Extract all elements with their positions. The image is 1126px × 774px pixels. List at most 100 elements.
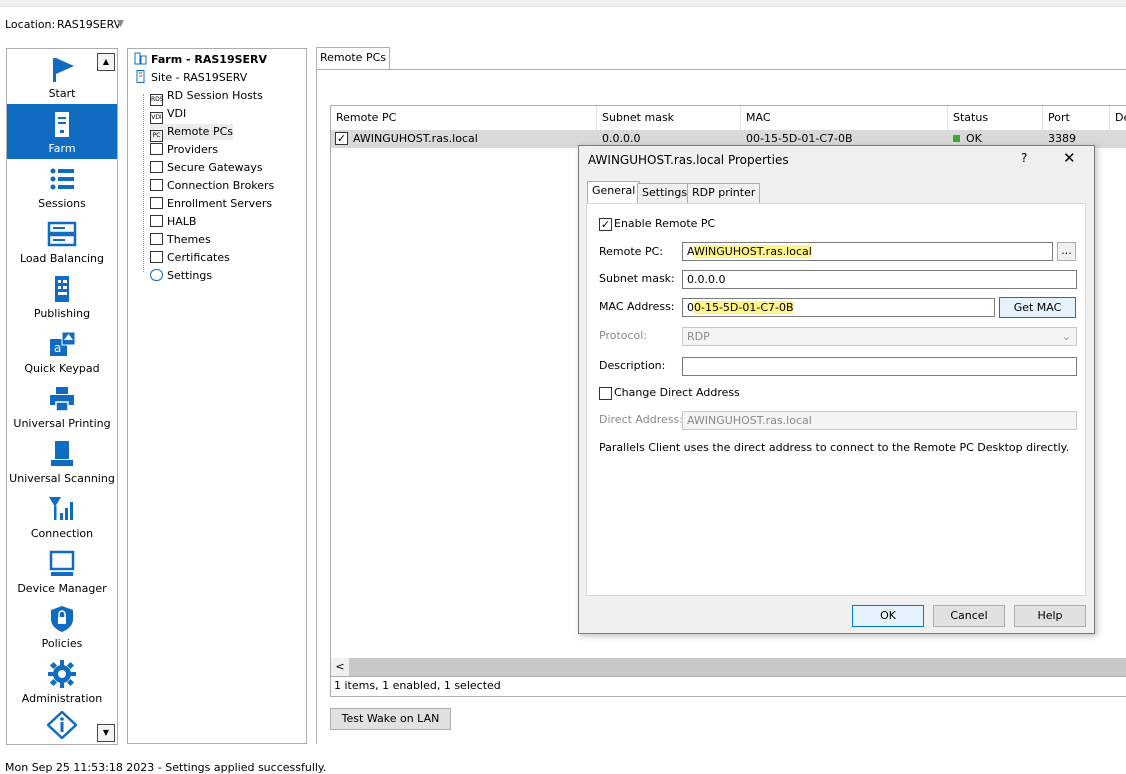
chevron-down-icon: ⌄ (1061, 330, 1071, 343)
dialog-title: AWINGUHOST.ras.local Properties (588, 153, 789, 167)
change-direct-address-checkbox[interactable] (599, 387, 612, 400)
protocol-select[interactable]: RDP ⌄ (682, 327, 1077, 346)
column-port[interactable]: Port (1043, 106, 1110, 130)
remote-pc-label: Remote PC: (599, 245, 663, 258)
pc-icon: PC (150, 130, 163, 142)
tree-item-settings[interactable]: Settings (150, 268, 212, 284)
halb-icon (150, 215, 163, 227)
grid-header: Remote PC Subnet mask MAC Status Port De (331, 106, 1126, 131)
tab-settings[interactable]: Settings (637, 183, 693, 203)
tree-item-certificates[interactable]: Certificates (150, 250, 230, 266)
direct-address-info: Parallels Client uses the direct address… (599, 441, 1070, 454)
location-dropdown[interactable]: RAS19SERV (57, 18, 121, 31)
quick-keypad-icon: a (50, 331, 76, 356)
tree-item-rd-session-hosts[interactable]: RDS RD Session Hosts (150, 88, 263, 106)
tree-item-vdi[interactable]: VDI VDI (150, 106, 186, 124)
nav-item-load-balancing[interactable]: Load Balancing (7, 214, 117, 269)
row-remote-pc: AWINGUHOST.ras.local (353, 132, 478, 145)
tab-rdp-printer[interactable]: RDP printer (687, 183, 761, 203)
title-strip (0, 0, 1126, 7)
column-description[interactable]: De (1110, 106, 1126, 130)
gear-icon (48, 660, 76, 688)
tree-item-site[interactable]: Site - RAS19SERV (134, 70, 247, 86)
nav-item-policies[interactable]: Policies (7, 599, 117, 654)
tab-remote-pcs[interactable]: Remote PCs (316, 47, 390, 69)
tree-item-connection-brokers[interactable]: Connection Brokers (150, 178, 274, 194)
nav-scroll-up-button[interactable]: ▲ (97, 53, 115, 71)
enrollment-icon (150, 197, 163, 209)
enable-remote-pc-label: Enable Remote PC (614, 217, 716, 230)
column-mac[interactable]: MAC (741, 106, 948, 130)
help-icon[interactable]: ? (1021, 151, 1027, 165)
column-status[interactable]: Status (948, 106, 1043, 130)
ok-button[interactable]: OK (852, 605, 924, 627)
enable-remote-pc-checkbox[interactable]: ✓ (599, 218, 612, 231)
tree-connector (143, 94, 145, 272)
test-wake-on-lan-button[interactable]: Test Wake on LAN (330, 708, 451, 730)
nav-item-sessions[interactable]: Sessions (7, 159, 117, 214)
direct-address-label: Direct Address: (599, 413, 683, 426)
printer-icon (50, 387, 74, 412)
tree-item-remote-pcs[interactable]: PC Remote PCs (150, 124, 233, 142)
description-label: Description: (599, 359, 666, 372)
help-button[interactable]: Help (1014, 605, 1086, 627)
chevron-down-icon[interactable]: ▼ (117, 19, 124, 29)
mac-address-input[interactable]: 00-15-5D-01-C7-0B (682, 298, 995, 317)
broker-icon (150, 179, 163, 191)
grid-status-text: 1 items, 1 enabled, 1 selected (330, 677, 1126, 697)
tree-item-providers[interactable]: Providers (150, 142, 218, 158)
farm-icon (134, 52, 147, 65)
gear-icon (150, 269, 163, 281)
nav-item-universal-scanning[interactable]: Universal Scanning (7, 434, 117, 489)
tree-item-themes[interactable]: Themes (150, 232, 211, 248)
remote-pc-input[interactable]: AWINGUHOST.ras.local (682, 242, 1053, 261)
get-mac-button[interactable]: Get MAC (999, 297, 1076, 318)
nav-item-connection[interactable]: Connection (7, 489, 117, 544)
certificate-icon (150, 251, 163, 263)
nav-item-device-manager[interactable]: Device Manager (7, 544, 117, 599)
properties-dialog: AWINGUHOST.ras.local Properties ? ✕ Gene… (578, 145, 1095, 634)
tree-item-farm[interactable]: Farm - RAS19SERV (134, 52, 267, 68)
protocol-label: Protocol: (599, 329, 648, 342)
svg-text:a: a (54, 341, 61, 355)
nav-item-farm[interactable]: Farm (7, 104, 117, 159)
site-icon (136, 70, 145, 83)
farm-tree: Farm - RAS19SERV Site - RAS19SERV RDS RD … (127, 48, 307, 744)
tree-item-secure-gateways[interactable]: Secure Gateways (150, 160, 263, 176)
close-icon[interactable]: ✕ (1063, 149, 1076, 167)
nav-item-universal-printing[interactable]: Universal Printing (7, 379, 117, 434)
row-enabled-checkbox[interactable]: ✓ (335, 132, 348, 145)
description-input[interactable] (682, 357, 1077, 376)
column-remote-pc[interactable]: Remote PC (331, 106, 597, 130)
connection-icon (49, 497, 73, 520)
monitor-icon (49, 550, 75, 576)
nav-item-quick-keypad[interactable]: a Quick Keypad (7, 324, 117, 379)
policy-icon (51, 606, 73, 632)
browse-button[interactable]: ... (1057, 242, 1076, 261)
themes-icon (150, 233, 163, 245)
horizontal-scrollbar[interactable]: < (331, 658, 1126, 676)
mac-address-label: MAC Address: (599, 300, 675, 313)
scroll-left-button[interactable]: < (331, 658, 349, 676)
list-icon (50, 168, 74, 190)
direct-address-input[interactable]: AWINGUHOST.ras.local (682, 411, 1077, 430)
subnet-mask-label: Subnet mask: (599, 272, 675, 285)
tab-general[interactable]: General (587, 181, 641, 204)
vdi-icon: VDI (150, 112, 163, 124)
general-page: ✓ Enable Remote PC Remote PC: AWINGUHOST… (586, 203, 1086, 596)
subnet-mask-input[interactable]: 0.0.0.0 (682, 270, 1077, 289)
column-subnet-mask[interactable]: Subnet mask (597, 106, 741, 130)
gateway-icon (150, 161, 163, 173)
server-icon (55, 112, 69, 137)
tree-item-halb[interactable]: HALB (150, 214, 196, 230)
nav-item-publishing[interactable]: Publishing (7, 269, 117, 324)
location-label: Location: (5, 18, 56, 31)
publishing-icon (55, 276, 69, 302)
status-ok-icon (953, 135, 960, 142)
cancel-button[interactable]: Cancel (933, 605, 1005, 627)
flag-icon (53, 58, 74, 82)
tree-item-enrollment-servers[interactable]: Enrollment Servers (150, 196, 272, 212)
nav-item-administration[interactable]: Administration (7, 654, 117, 709)
info-icon (47, 711, 77, 739)
nav-scroll-down-button[interactable]: ▼ (97, 724, 115, 742)
